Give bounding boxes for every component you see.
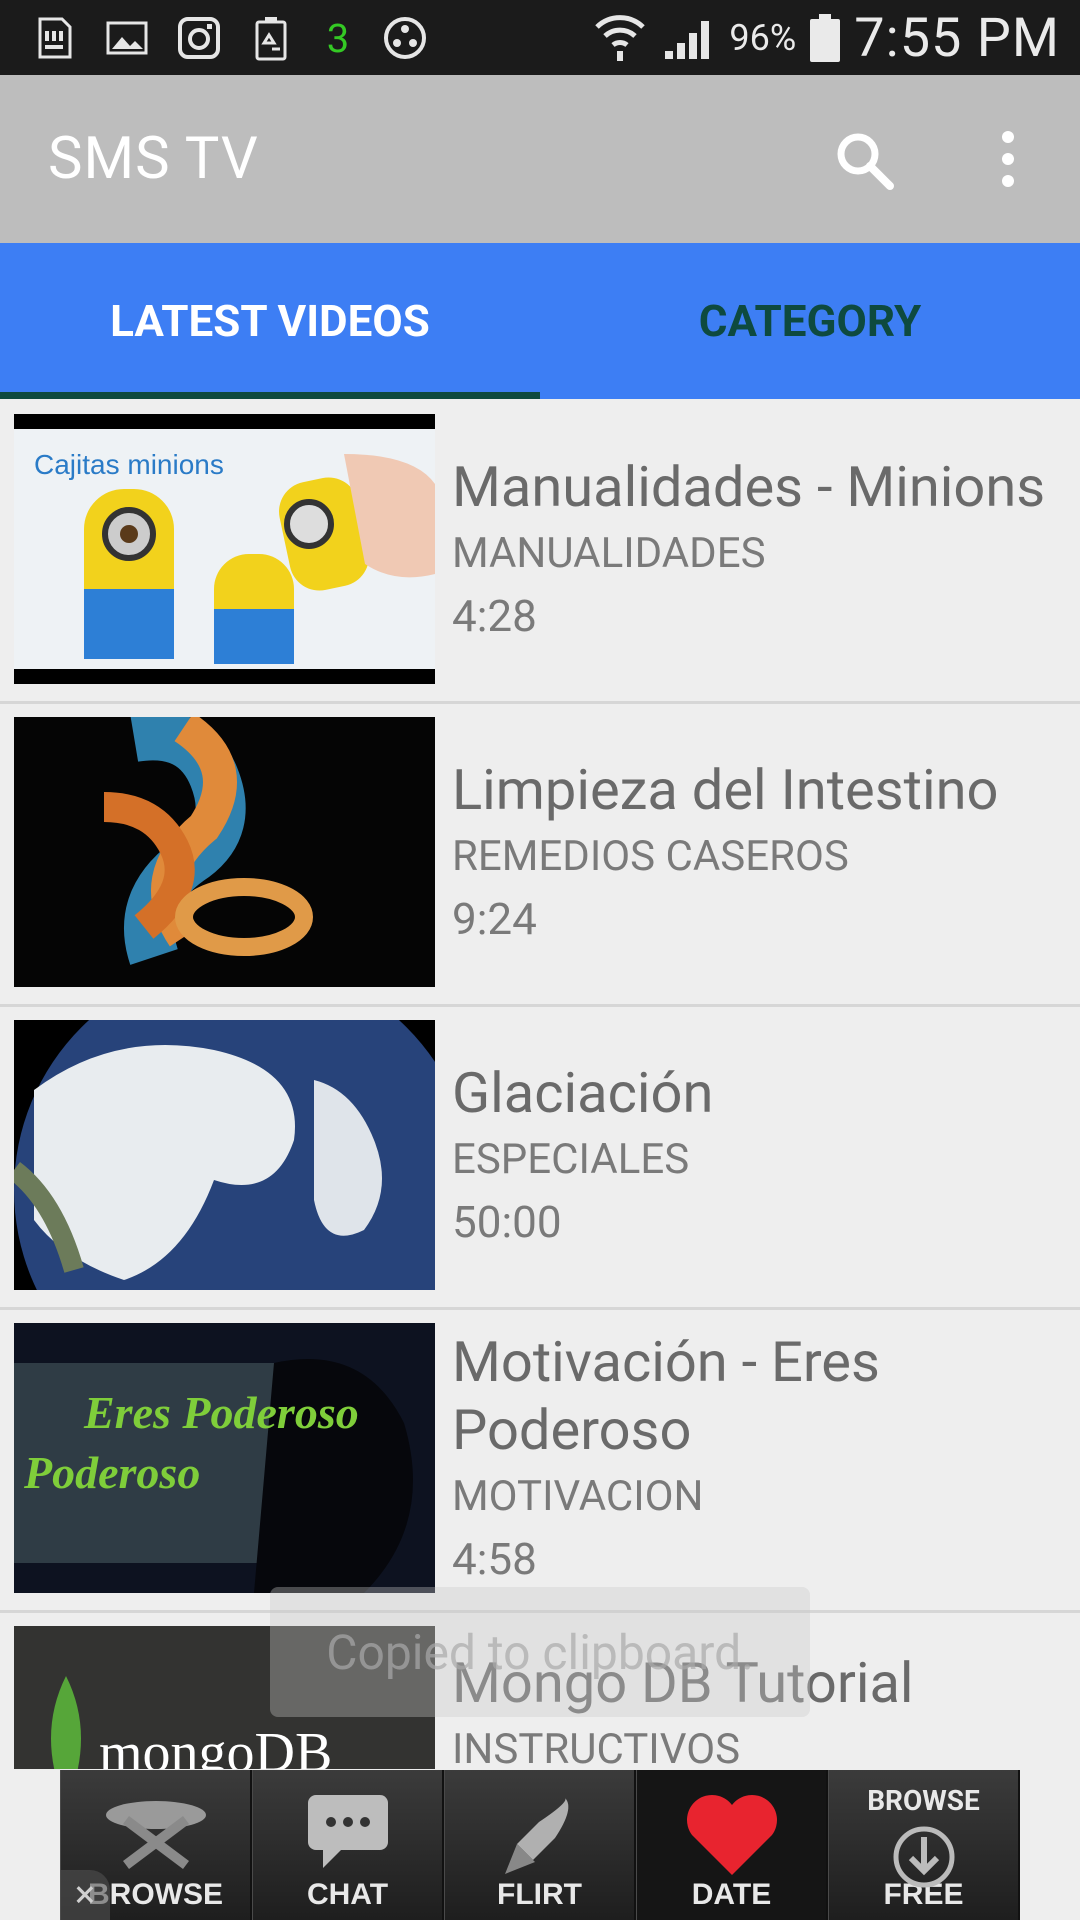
sd-card-icon [30,13,80,63]
status-bar-left: 3 [30,12,430,64]
svg-text:Poderoso: Poderoso [23,1447,200,1498]
video-info: Manualidades - Minions MANUALIDADES 4:28 [452,399,1060,701]
tab-category[interactable]: CATEGORY [540,243,1080,399]
app-title: SMS TV [48,125,259,193]
ad-button-top-label: BROWSE [867,1784,980,1817]
ad-close-icon[interactable]: × [60,1870,110,1920]
video-duration: 4:28 [452,590,537,642]
video-info: Glaciación ESPECIALES 50:00 [452,1005,1060,1307]
status-bar: 3 96% 7:55 PM [0,0,1080,75]
video-thumbnail[interactable]: Eres Poderoso Poderoso [14,1323,435,1593]
video-thumbnail[interactable] [14,1020,435,1290]
video-duration: 50:00 [452,1196,562,1248]
ad-button-label: FLIRT [497,1878,582,1911]
video-list-item[interactable]: Glaciación ESPECIALES 50:00 [0,1005,1080,1310]
video-list-item[interactable]: Cajitas minions Manualidades - Minions M… [0,399,1080,704]
thumbnail-text: Cajitas minions [34,449,224,480]
app-bar: SMS TV [0,75,1080,243]
settings-circle-icon [380,13,430,63]
video-thumbnail[interactable]: Cajitas minions [14,414,435,684]
ad-button-label: CHAT [306,1878,389,1911]
thumbnail-text: mongoDB [99,1722,332,1769]
video-category: INSTRUCTIVOS [452,1725,741,1769]
wifi-icon [593,9,647,67]
battery-recycle-icon [246,13,296,63]
ad-chat-button[interactable]: CHAT [252,1770,444,1920]
thumbnail-text: Eres Poderoso [83,1387,359,1438]
notification-count: 3 [326,14,350,62]
rocket-cross-icon [105,1801,206,1869]
battery-icon [810,14,841,62]
video-category: REMEDIOS CASEROS [452,832,849,881]
battery-percent: 96% [729,17,797,59]
ad-flirt-button[interactable]: FLIRT [444,1770,636,1920]
tab-latest-videos[interactable]: LATEST VIDEOS [0,243,540,399]
overflow-menu-icon[interactable] [990,127,1026,191]
signal-icon [661,9,715,67]
instagram-icon [174,13,224,63]
toast-message: Copied to clipboard. [270,1587,810,1717]
tab-bar: LATEST VIDEOS CATEGORY [0,243,1080,399]
video-list[interactable]: Cajitas minions Manualidades - Minions M… [0,399,1080,1769]
video-duration: 9:24 [452,893,537,945]
status-bar-right: 96% 7:55 PM [593,6,1060,70]
video-category: MOTIVACION [452,1472,704,1521]
video-title: Motivación - Eres Poderoso [452,1329,880,1463]
video-title: Glaciación [452,1060,714,1126]
video-info: Motivación - Eres Poderoso MOTIVACION 4:… [452,1308,1060,1610]
rocket-icon [504,1798,568,1874]
ad-banner[interactable]: BROWSE CHAT FLIRT DATE BROWSE FREE [60,1770,1020,1920]
image-icon [102,13,152,63]
ad-browse-free-button[interactable]: BROWSE FREE [828,1770,1020,1920]
video-thumbnail[interactable] [14,717,435,987]
chat-bubble-icon [307,1795,388,1868]
video-category: ESPECIALES [452,1135,690,1184]
search-icon[interactable] [832,128,896,192]
video-info: Limpieza del Intestino REMEDIOS CASEROS … [452,702,1060,1004]
video-title: Manualidades - Minions [452,454,1046,520]
download-arrow-icon [893,1826,954,1888]
tab-indicator [0,392,540,399]
heart-icon [686,1795,777,1875]
video-list-item[interactable]: Eres Poderoso Poderoso Motivación - Eres… [0,1308,1080,1613]
ad-button-label: DATE [691,1878,772,1911]
video-duration: 4:58 [452,1533,537,1585]
clock: 7:55 PM [854,6,1060,70]
video-list-item[interactable]: Limpieza del Intestino REMEDIOS CASEROS … [0,702,1080,1007]
ad-date-button[interactable]: DATE [636,1770,828,1920]
video-title: Limpieza del Intestino [452,757,999,823]
video-category: MANUALIDADES [452,529,766,578]
